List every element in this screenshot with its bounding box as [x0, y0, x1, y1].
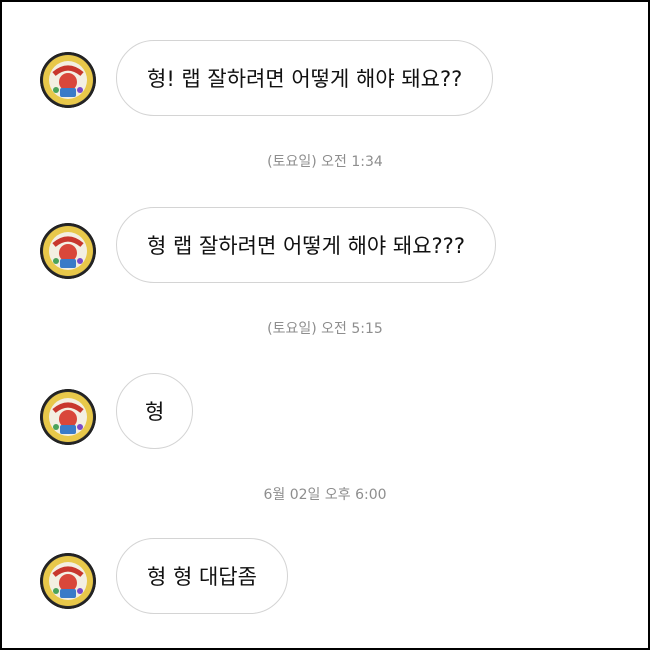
- message-bubble[interactable]: 형! 랩 잘하려면 어떻게 해야 돼요??: [116, 40, 494, 116]
- timestamp: (토요일) 오전 5:15: [267, 321, 383, 337]
- message-text: 형 형 대답좀: [147, 565, 257, 589]
- message-bubble[interactable]: 형 형 대답좀: [116, 538, 288, 614]
- sender-avatar[interactable]: [40, 389, 96, 445]
- sender-avatar[interactable]: [40, 553, 96, 609]
- message-text: 형! 랩 잘하려면 어떻게 해야 돼요??: [147, 67, 463, 91]
- message-text: 형 랩 잘하려면 어떻게 해야 돼요???: [147, 234, 465, 258]
- sender-avatar[interactable]: [40, 52, 96, 108]
- sender-avatar[interactable]: [40, 223, 96, 279]
- chat-thread: 형! 랩 잘하려면 어떻게 해야 돼요?? (토요일) 오전 1:34 형 랩 …: [0, 0, 650, 650]
- message-bubble[interactable]: 형: [116, 373, 194, 449]
- timestamp: 6월 02일 오후 6:00: [263, 487, 387, 503]
- message-bubble[interactable]: 형 랩 잘하려면 어떻게 해야 돼요???: [116, 207, 496, 283]
- message-text: 형: [145, 400, 165, 424]
- timestamp: (토요일) 오전 1:34: [267, 154, 383, 170]
